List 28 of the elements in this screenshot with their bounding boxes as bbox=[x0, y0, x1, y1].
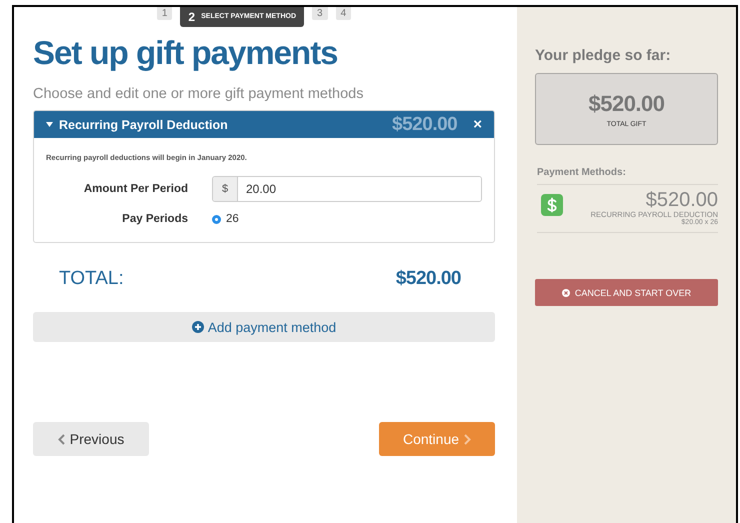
chevron-left-icon bbox=[58, 434, 65, 444]
field-label: Amount Per Period bbox=[82, 183, 188, 195]
close-button[interactable]: × bbox=[473, 116, 482, 133]
pledge-title: Your pledge so far: bbox=[535, 47, 672, 64]
method-header[interactable]: Recurring Payroll Deduction $520.00 × bbox=[34, 111, 494, 138]
total-label: TOTAL: bbox=[59, 268, 124, 290]
total-gift-amount: $520.00 bbox=[588, 90, 665, 116]
add-payment-button[interactable]: Add payment method bbox=[33, 312, 495, 342]
step-tab[interactable]: 4 bbox=[336, 7, 352, 20]
method-amount: $520.00 bbox=[392, 114, 458, 136]
cancel-button[interactable]: CANCEL AND START OVER bbox=[535, 279, 718, 306]
plus-circle-icon bbox=[192, 321, 204, 333]
dollar-icon bbox=[541, 194, 563, 216]
previous-button[interactable]: Previous bbox=[33, 422, 149, 456]
payment-methods-title: Payment Methods: bbox=[537, 167, 627, 178]
step-tab[interactable]: 1 bbox=[156, 7, 172, 20]
page-heading: Set up gift payments bbox=[33, 34, 339, 72]
total-amount: $520.00 bbox=[396, 268, 461, 290]
method-title: Recurring Payroll Deduction bbox=[59, 118, 229, 132]
chevron-right-icon bbox=[464, 434, 472, 444]
step-tab[interactable]: 3 bbox=[312, 7, 328, 20]
pay-period-option[interactable]: 26 bbox=[212, 213, 239, 225]
method-amount: $520.00 bbox=[644, 190, 718, 210]
field-label: Pay Periods bbox=[121, 213, 188, 225]
close-circle-icon bbox=[562, 288, 570, 296]
caret-down-icon bbox=[46, 122, 53, 127]
amount-field[interactable]: $ 20.00 bbox=[212, 176, 482, 202]
page-subheading: Choose and edit one or more gift payment methods bbox=[33, 86, 364, 102]
